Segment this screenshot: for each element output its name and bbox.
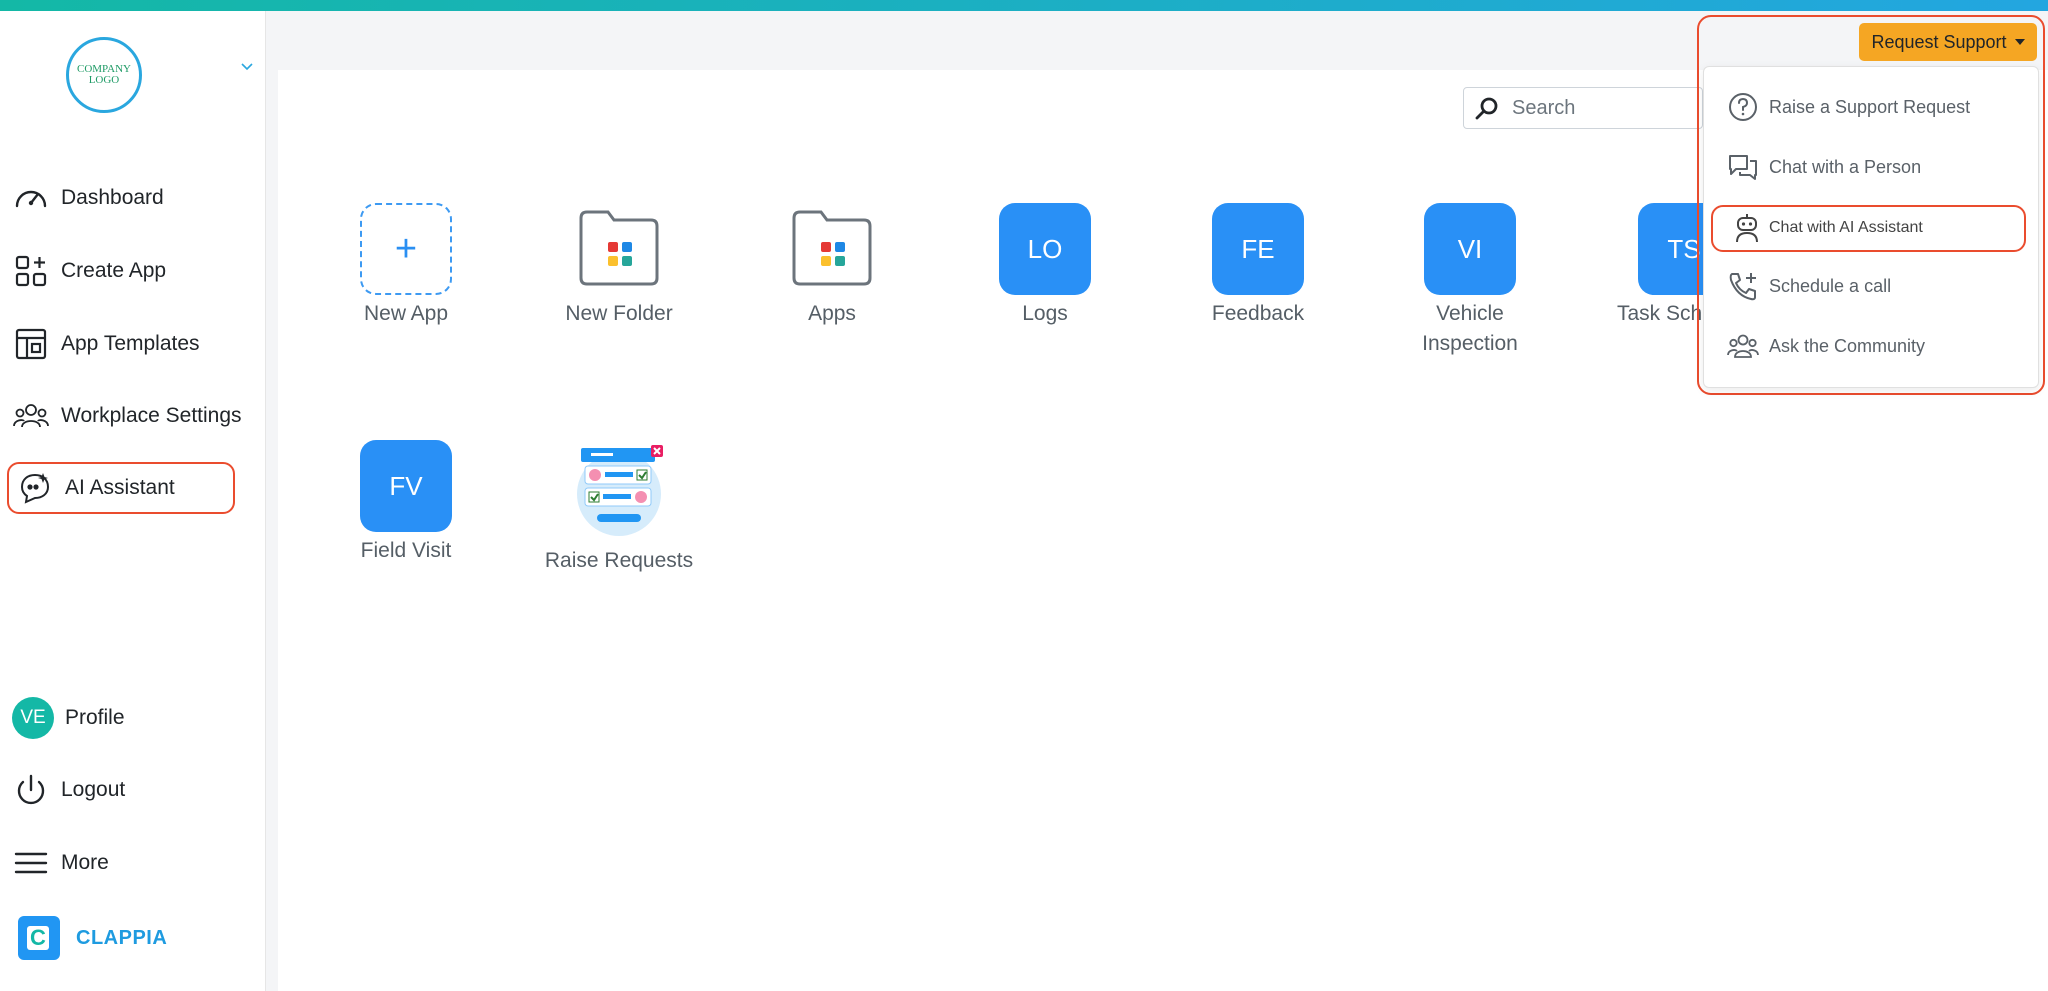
- menu-item-schedule-call[interactable]: Schedule a call: [1727, 266, 1891, 306]
- company-logo[interactable]: COMPANY LOGO: [66, 37, 142, 113]
- folder-icon: [786, 203, 878, 295]
- tile-label: New Folder: [565, 302, 673, 325]
- chevron-down-icon[interactable]: [240, 59, 254, 73]
- gauge-icon: [12, 179, 50, 217]
- tile-logs[interactable]: LO Logs: [945, 203, 1145, 329]
- request-support-label: Request Support: [1871, 31, 2007, 52]
- company-logo-text: COMPANY LOGO: [76, 63, 131, 86]
- sidebar-item-label: Create App: [61, 259, 167, 282]
- ai-chat-icon: [16, 469, 54, 507]
- brand-logo-icon: C: [18, 916, 60, 960]
- plus-icon: +: [360, 203, 452, 295]
- chat-bubbles-icon: [1727, 151, 1759, 183]
- search-input[interactable]: [1512, 96, 1692, 120]
- community-icon: [1727, 330, 1759, 362]
- tile-label: Apps: [808, 302, 856, 325]
- sidebar-item-label: AI Assistant: [65, 476, 175, 499]
- tile-vehicle-inspection[interactable]: VI Vehicle Inspection: [1370, 203, 1570, 359]
- request-support-button[interactable]: Request Support: [1859, 23, 2037, 61]
- tile-label: New App: [363, 302, 449, 325]
- tile-field-visit[interactable]: FV Field Visit: [306, 440, 506, 566]
- app-icon: VI: [1424, 203, 1516, 295]
- tile-label: Field Visit: [360, 539, 452, 562]
- power-icon: [12, 771, 50, 809]
- question-circle-icon: [1727, 91, 1759, 123]
- sidebar-item-dashboard[interactable]: Dashboard: [12, 173, 164, 223]
- folder-icon: [573, 203, 665, 295]
- templates-icon: [12, 325, 50, 363]
- sidebar-item-profile[interactable]: VE Profile: [12, 693, 125, 743]
- sidebar-item-logout[interactable]: Logout: [12, 765, 125, 815]
- menu-item-raise-support-request[interactable]: Raise a Support Request: [1727, 87, 1970, 127]
- app-icon: FE: [1212, 203, 1304, 295]
- sidebar-item-label: More: [61, 851, 109, 874]
- menu-item-chat-with-ai-assistant[interactable]: Chat with AI Assistant: [1731, 208, 1923, 248]
- create-app-icon: [12, 252, 50, 290]
- tile-label: Logs: [1022, 302, 1068, 325]
- sidebar-item-workplace-settings[interactable]: Workplace Settings: [12, 391, 242, 441]
- menu-item-label: Raise a Support Request: [1769, 96, 1971, 117]
- tile-label: Feedback: [1211, 302, 1305, 325]
- sidebar-item-create-app[interactable]: Create App: [12, 246, 166, 296]
- menu-item-label: Schedule a call: [1769, 275, 1892, 296]
- menu-item-chat-with-person[interactable]: Chat with a Person: [1727, 147, 1921, 187]
- menu-item-label: Chat with AI Assistant: [1769, 219, 1923, 236]
- menu-item-label: Chat with a Person: [1769, 156, 1922, 177]
- sidebar-item-label: Profile: [65, 706, 125, 729]
- tile-apps-folder[interactable]: Apps: [732, 203, 932, 329]
- caret-down-icon: [2014, 39, 2025, 45]
- users-icon: [12, 397, 50, 435]
- brand-name: CLAPPIA: [76, 926, 168, 949]
- phone-plus-icon: [1727, 270, 1759, 302]
- tile-label: Raise Requests: [544, 549, 694, 572]
- tile-new-folder[interactable]: New Folder: [519, 203, 719, 329]
- sidebar-item-label: Dashboard: [61, 186, 164, 209]
- avatar: VE: [12, 697, 54, 739]
- sidebar-item-label: App Templates: [61, 332, 200, 355]
- search-icon: [1475, 97, 1498, 120]
- sidebar-item-label: Workplace Settings: [61, 404, 242, 427]
- sidebar-item-label: Logout: [61, 778, 126, 801]
- tile-feedback[interactable]: FE Feedback: [1158, 203, 1358, 329]
- search-box[interactable]: [1463, 87, 1703, 129]
- sidebar-item-more[interactable]: More: [12, 838, 109, 888]
- menu-item-label: Ask the Community: [1769, 335, 1926, 356]
- app-icon: FV: [360, 440, 452, 532]
- tile-label: Vehicle Inspection: [1422, 302, 1518, 355]
- menu-item-ask-community[interactable]: Ask the Community: [1727, 326, 1925, 366]
- sidebar-item-app-templates[interactable]: App Templates: [12, 319, 200, 369]
- app-icon: LO: [999, 203, 1091, 295]
- sidebar-item-ai-assistant[interactable]: AI Assistant: [16, 463, 175, 513]
- robot-icon: [1731, 212, 1763, 244]
- tile-new-app[interactable]: + New App: [306, 203, 506, 329]
- brand[interactable]: C CLAPPIA: [18, 916, 167, 960]
- top-gradient-bar: [0, 0, 2048, 11]
- tile-raise-requests[interactable]: Raise Requests: [519, 440, 719, 576]
- raise-requests-illustration-icon: [569, 440, 669, 542]
- hamburger-menu-icon: [12, 844, 50, 882]
